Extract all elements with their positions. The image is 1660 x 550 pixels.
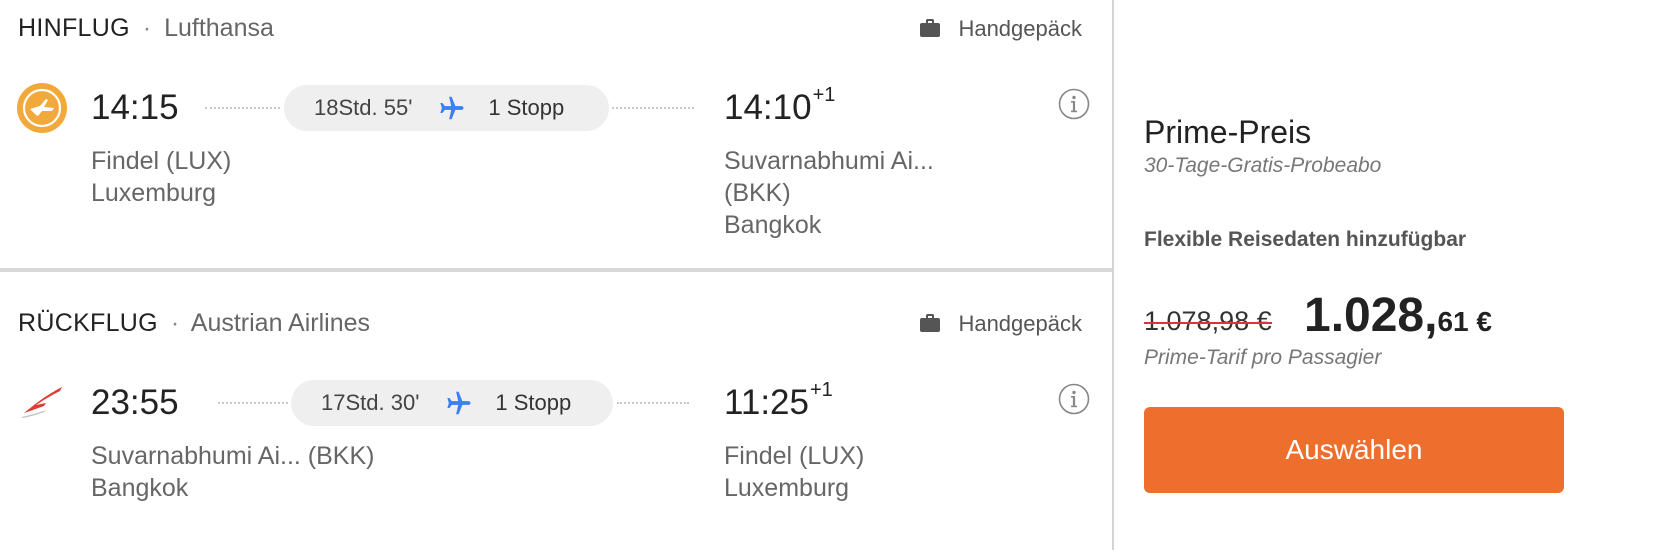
price-major: 1.028, <box>1304 289 1438 342</box>
departure-city: Luxemburg <box>91 179 217 207</box>
return-direction: RÜCKFLUG <box>18 309 158 337</box>
outbound-arrival-time: 14:10+1 <box>724 84 836 127</box>
header-separator: · <box>142 14 152 42</box>
outbound-departure-time: 14:15 <box>91 88 179 127</box>
return-stops: 1 Stopp <box>495 390 572 415</box>
outbound-direction: HINFLUG <box>18 14 130 42</box>
route-line-left <box>218 402 288 404</box>
return-arrival-place: Findel (LUX) Luxemburg <box>724 440 864 504</box>
baggage-label: Handgepäck <box>958 16 1082 41</box>
prime-price-title: Prime-Preis <box>1144 114 1312 150</box>
day-offset: +1 <box>810 379 833 401</box>
header-separator: · <box>170 309 180 337</box>
arrival-airport: Suvarnabhumi Ai... <box>724 147 934 175</box>
outbound-airline: Lufthansa <box>164 14 274 42</box>
return-duration: 17Std. 30' <box>321 390 420 415</box>
outbound-leg[interactable]: HINFLUG · Lufthansa Handgepäck 14:15 18S… <box>0 0 1112 270</box>
return-arrival-time: 11:25+1 <box>724 379 833 422</box>
route-line-right <box>617 402 689 404</box>
price-panel: Prime-Preis 30-Tage-Gratis-Probeabo Flex… <box>1114 0 1660 550</box>
prime-price: 1.028,61 € <box>1304 288 1492 343</box>
day-offset: +1 <box>812 84 836 106</box>
select-button[interactable]: Auswählen <box>1144 407 1564 493</box>
arrival-airport-code: (BKK) <box>724 179 791 207</box>
return-departure-time: 23:55 <box>91 383 179 422</box>
plane-icon <box>440 96 464 120</box>
return-duration-pill: 17Std. 30' 1 Stopp <box>291 380 613 426</box>
baggage-label: Handgepäck <box>958 311 1082 336</box>
outbound-stops: 1 Stopp <box>488 95 565 120</box>
route-line-right <box>612 107 694 109</box>
old-price-strikethrough: 1.078,98 € <box>1144 306 1272 336</box>
lufthansa-logo-icon <box>17 83 67 133</box>
arrival-city: Bangkok <box>724 211 822 239</box>
plane-icon <box>447 391 471 415</box>
flight-legs: HINFLUG · Lufthansa Handgepäck 14:15 18S… <box>0 0 1112 550</box>
arrival-city: Luxemburg <box>724 474 850 502</box>
price-per-passenger-note: Prime-Tarif pro Passagier <box>1144 346 1382 369</box>
return-baggage: Handgepäck <box>920 311 1082 337</box>
return-airline: Austrian Airlines <box>190 309 371 337</box>
flexible-dates-note: Flexible Reisedaten hinzufügbar <box>1144 228 1467 251</box>
departure-airport: Suvarnabhumi Ai... (BKK) <box>91 442 375 470</box>
price-minor: 61 € <box>1437 306 1492 337</box>
arrival-airport: Findel (LUX) <box>724 442 865 470</box>
return-header: RÜCKFLUG · Austrian Airlines <box>18 309 370 338</box>
return-leg[interactable]: RÜCKFLUG · Austrian Airlines Handgepäck … <box>0 295 1112 550</box>
leg-divider <box>0 268 1112 272</box>
outbound-departure-place: Findel (LUX) Luxemburg <box>91 145 231 209</box>
route-line-left <box>205 107 280 109</box>
austrian-airlines-logo-icon <box>22 387 62 418</box>
prime-trial-subtitle: 30-Tage-Gratis-Probeabo <box>1144 154 1382 177</box>
outbound-baggage: Handgepäck <box>920 16 1082 42</box>
departure-city: Bangkok <box>91 474 189 502</box>
outbound-arrival-place: Suvarnabhumi Ai... (BKK) Bangkok <box>724 145 934 241</box>
suitcase-icon <box>920 19 941 37</box>
info-icon[interactable] <box>1058 88 1090 120</box>
departure-airport: Findel (LUX) <box>91 147 232 175</box>
outbound-duration-pill: 18Std. 55' 1 Stopp <box>284 85 609 131</box>
info-icon[interactable] <box>1058 383 1090 415</box>
suitcase-icon <box>920 314 941 332</box>
outbound-header: HINFLUG · Lufthansa <box>18 14 274 43</box>
return-departure-place: Suvarnabhumi Ai... (BKK) Bangkok <box>91 440 374 504</box>
outbound-duration: 18Std. 55' <box>314 95 413 120</box>
